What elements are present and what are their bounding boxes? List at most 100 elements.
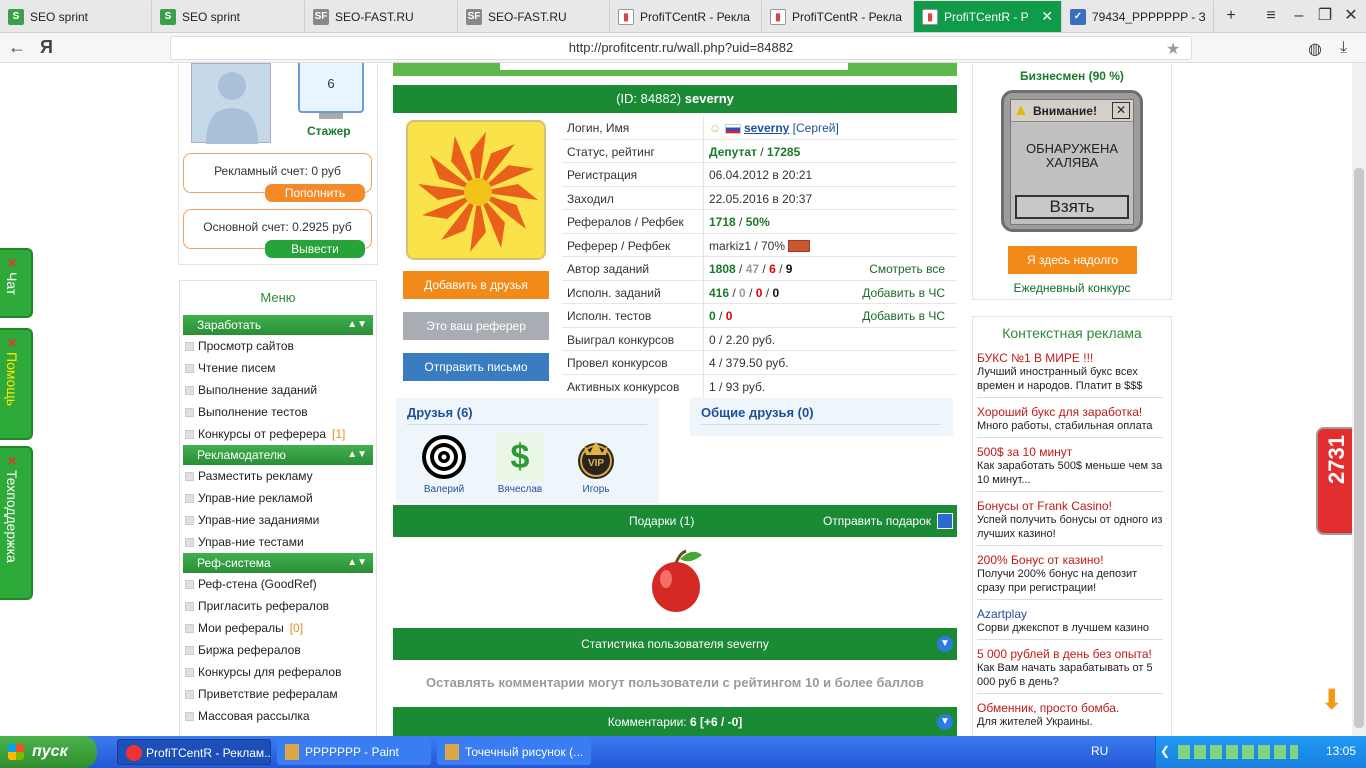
friend-item[interactable]: VIP Игорь xyxy=(570,433,622,495)
yandex-logo-icon[interactable]: Я xyxy=(40,37,53,58)
friends-title[interactable]: Друзья (6) xyxy=(407,405,473,420)
page-content: 6 Стажер Рекламный счет: 0 руб Пополнить… xyxy=(0,63,1352,736)
daily-contest-link[interactable]: Ежедневный конкурс xyxy=(973,281,1171,295)
ad-item[interactable]: 500$ за 10 минут Как заработать 500$ мень… xyxy=(977,445,1163,492)
add-to-blacklist-link[interactable]: Добавить в ЧС xyxy=(862,309,945,323)
right-top-card: Бизнесмен (90 %) ▲ Внимание! ✕ ОБНАРУЖЕН… xyxy=(972,63,1172,300)
common-friends-title[interactable]: Общие друзья (0) xyxy=(701,405,814,420)
menu-icon[interactable]: ≡ xyxy=(1256,0,1286,32)
menu-item-mass-mailing[interactable]: Массовая рассылка xyxy=(180,705,376,727)
bookmark-star-icon[interactable]: ★ xyxy=(1166,39,1180,59)
ad-item[interactable]: 200% Бонус от казино! Получи 200% бонус н… xyxy=(977,553,1163,600)
menu-item-ref-contests[interactable]: Конкурсы для рефералов xyxy=(180,661,376,683)
here-long-button[interactable]: Я здесь надолго xyxy=(1008,246,1137,274)
menu-item-ref-exchange[interactable]: Биржа рефералов xyxy=(180,639,376,661)
url-field[interactable]: http://profitcentr.ru/wall.php?uid=84882 xyxy=(170,36,1192,60)
send-letter-button[interactable]: Отправить письмо xyxy=(403,353,549,381)
menu-section-advertiser[interactable]: Рекламодателю ▲▼ xyxy=(183,445,373,465)
tab-3[interactable]: SF SEO-FAST.RU xyxy=(305,1,458,32)
menu-item-tests[interactable]: Выполнение тестов xyxy=(180,401,376,423)
table-row: Автор заданий 1808 / 47 / 6 / 9 Смотреть… xyxy=(562,257,957,281)
expand-arrow-icon[interactable]: ▼ xyxy=(937,714,953,730)
menu-item-manage-tasks[interactable]: Управ-ние заданиями xyxy=(180,509,376,531)
popup-close-icon[interactable]: ✕ xyxy=(1112,102,1130,119)
ad-item[interactable]: БУКС №1 В МИРЕ !!! Лучший иностранный бук… xyxy=(977,351,1163,398)
expand-arrow-icon[interactable]: ▼ xyxy=(937,636,953,652)
ad-item[interactable]: Бонусы от Frank Casino! Успей получить бо… xyxy=(977,499,1163,546)
table-row: Статус, рейтинг Депутат / 17285 xyxy=(562,139,957,163)
new-tab-icon[interactable]: + xyxy=(1216,0,1246,32)
profile-header: (ID: 84882) severny xyxy=(393,85,957,113)
tab-active[interactable]: ▮ ProfiTCentR - Р ✕ xyxy=(914,1,1062,32)
ad-item[interactable]: Обменник, просто бомба. Для жителей Украи… xyxy=(977,701,1163,733)
counter-badge[interactable]: 2731 xyxy=(1316,427,1352,535)
tab-6[interactable]: ▮ ProfiTCentR - Рекла xyxy=(762,1,914,32)
scroll-down-arrow-icon[interactable]: ⬇ xyxy=(1320,683,1343,716)
menu-section-earn[interactable]: Заработать ▲▼ xyxy=(183,315,373,335)
add-friend-button[interactable]: Добавить в друзья xyxy=(403,271,549,299)
back-arrow-icon[interactable]: ← xyxy=(8,37,26,58)
windows-taskbar: пуск ProfiTCentR - Реклам... PPPPPPP - P… xyxy=(0,736,1366,768)
menu-item-tasks[interactable]: Выполнение заданий xyxy=(180,379,376,401)
friend-item[interactable]: Валерий xyxy=(418,433,470,495)
comments-bar[interactable]: Комментарии: 6 [+6 / -0] ▼ xyxy=(393,707,957,736)
menu-item-place-ad[interactable]: Разместить рекламу xyxy=(180,465,376,487)
tab-1[interactable]: S SEO sprint xyxy=(0,1,152,32)
popup-take-button[interactable]: Взять xyxy=(1015,195,1129,219)
side-menu: Меню Заработать ▲▼ Просмотр сайтов Чтение… xyxy=(179,280,377,736)
download-icon[interactable]: ⤓ xyxy=(1340,39,1347,57)
your-referrer-button[interactable]: Это ваш реферер xyxy=(403,312,549,340)
tab-8[interactable]: ✓ 79434_PPPPPPP - З xyxy=(1062,1,1214,32)
collapse-arrows-icon: ▲▼ xyxy=(347,557,367,568)
close-icon[interactable]: ✕ xyxy=(7,454,17,468)
tab-5[interactable]: ▮ ProfiTCentR - Рекла xyxy=(610,1,762,32)
freebie-popup[interactable]: ▲ Внимание! ✕ ОБНАРУЖЕНА ХАЛЯВА Взять xyxy=(1001,90,1143,232)
close-icon[interactable]: ✕ xyxy=(7,256,17,270)
close-icon[interactable]: ✕ xyxy=(7,336,17,350)
chart-favicon-icon: ▮ xyxy=(618,8,634,25)
withdraw-button[interactable]: Вывести xyxy=(265,240,365,258)
gift-icon[interactable] xyxy=(937,513,953,529)
scrollbar-thumb[interactable] xyxy=(1354,168,1364,728)
taskbar-item-browser[interactable]: ProfiTCentR - Реклам... xyxy=(117,739,271,765)
topup-button[interactable]: Пополнить xyxy=(265,184,365,202)
menu-item-manage-tests[interactable]: Управ-ние тестами xyxy=(180,531,376,553)
menu-section-ref-system[interactable]: Реф-система ▲▼ xyxy=(183,553,373,573)
vertical-scrollbar[interactable] xyxy=(1352,63,1366,736)
menu-item-ref-wall[interactable]: Реф-стена (GoodRef) xyxy=(180,573,376,595)
friend-item[interactable]: $ Вячеслав xyxy=(494,433,546,495)
tab-2[interactable]: S SEO sprint xyxy=(152,1,305,32)
menu-item-manage-ads[interactable]: Управ-ние рекламой xyxy=(180,487,376,509)
menu-item-read-letters[interactable]: Чтение писем xyxy=(180,357,376,379)
popup-window: ▲ Внимание! ✕ ОБНАРУЖЕНА ХАЛЯВА Взять xyxy=(1010,99,1134,225)
tray-expand-icon[interactable]: ❮ xyxy=(1160,744,1170,758)
globe-icon[interactable]: ◍ xyxy=(1308,39,1322,59)
menu-item-view-sites[interactable]: Просмотр сайтов xyxy=(180,335,376,357)
ad-item[interactable]: Хороший букс для заработка! Много работы,… xyxy=(977,405,1163,438)
menu-item-my-referrals[interactable]: Мои рефералы [0] xyxy=(180,617,376,639)
collapse-arrows-icon: ▲▼ xyxy=(347,319,367,330)
menu-item-referrer-contests[interactable]: Конкурсы от реферера [1] xyxy=(180,423,376,445)
close-window-icon[interactable]: ✕ xyxy=(1336,0,1366,32)
ad-item[interactable]: 5 000 рублей в день без опыта! Как Вам на… xyxy=(977,647,1163,694)
seo-sprint-favicon-icon: S xyxy=(8,8,24,25)
tab-4[interactable]: SF SEO-FAST.RU xyxy=(458,1,610,32)
menu-item-ref-greeting[interactable]: Приветствие рефералам xyxy=(180,683,376,705)
send-gift-link[interactable]: Отправить подарок xyxy=(823,505,931,537)
stats-bar[interactable]: Статистика пользователя severny ▼ xyxy=(393,628,957,660)
ad-item[interactable]: Azartplay Сорви джекспот в лучшем казино xyxy=(977,607,1163,640)
view-all-link[interactable]: Смотреть все xyxy=(869,262,945,276)
language-indicator[interactable]: RU xyxy=(1091,744,1108,758)
add-to-blacklist-link[interactable]: Добавить в ЧС xyxy=(862,286,945,300)
tray-app-icons[interactable] xyxy=(1178,745,1298,759)
support-side-tab[interactable]: ✕ Техподдержка xyxy=(0,446,33,600)
table-row: Активных конкурсов 1 / 93 руб. xyxy=(562,374,957,398)
chat-side-tab[interactable]: ✕ Чат xyxy=(0,248,33,318)
taskbar-item-paint[interactable]: PPPPPPP - Paint xyxy=(277,739,431,765)
start-button[interactable]: пуск xyxy=(0,736,97,768)
menu-item-invite[interactable]: Пригласить рефералов xyxy=(180,595,376,617)
help-side-tab[interactable]: ✕ Помощь xyxy=(0,328,33,440)
login-link[interactable]: severny xyxy=(744,121,789,135)
close-tab-icon[interactable]: ✕ xyxy=(1041,8,1053,25)
taskbar-item-bitmap[interactable]: Точечный рисунок (... xyxy=(437,739,591,765)
